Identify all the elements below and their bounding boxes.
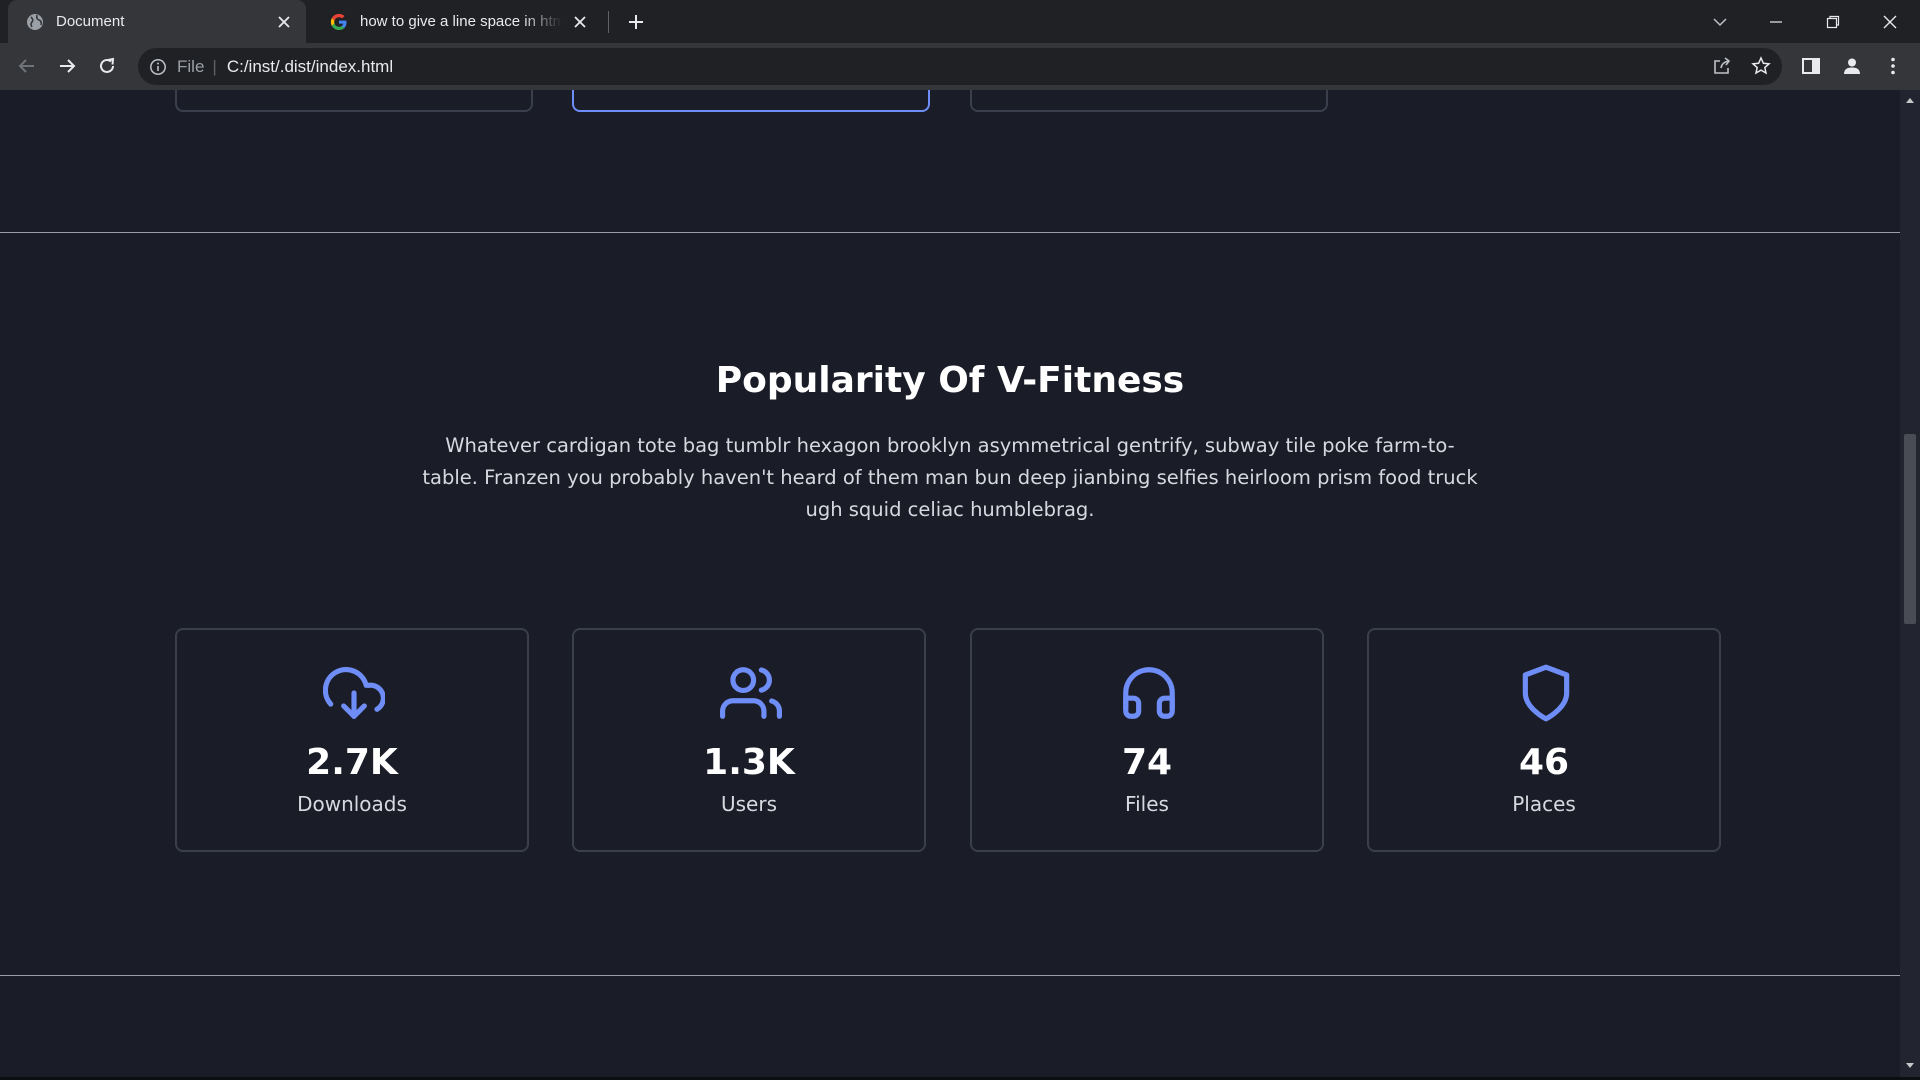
share-button[interactable] [1708, 52, 1736, 80]
scrollbar-thumb[interactable] [1904, 434, 1916, 624]
bookmark-button[interactable] [1747, 52, 1775, 80]
stat-card-downloads: 2.7K Downloads [175, 628, 529, 852]
arrow-right-icon [60, 59, 76, 73]
globe-icon [27, 13, 43, 30]
info-icon[interactable] [149, 58, 167, 76]
more-vertical-icon [1891, 57, 1895, 75]
close-icon [1883, 15, 1897, 29]
headphones-icon [1123, 667, 1175, 719]
chevron-down-icon [1713, 18, 1727, 27]
tab-title: Document [56, 13, 125, 30]
forward-button[interactable] [53, 52, 81, 80]
tab-strip: Document how to give a line space in htm… [0, 0, 1920, 43]
browser-toolbar: File | C:/inst/.dist/index.html [0, 43, 1920, 90]
page-scrollbar[interactable] [1900, 90, 1920, 1077]
page-content: Popularity Of V-Fitness Whatever cardiga… [0, 90, 1900, 1077]
side-panel-button[interactable] [1797, 52, 1825, 80]
stat-card-places: 46 Places [1367, 628, 1721, 852]
minimize-icon [1770, 21, 1782, 23]
address-bar[interactable]: File | C:/inst/.dist/index.html [138, 48, 1782, 85]
star-icon [1751, 56, 1771, 75]
cloud-download-icon [323, 667, 385, 719]
reload-button[interactable] [93, 52, 121, 80]
close-tab-icon[interactable] [570, 12, 590, 32]
tab-search-button[interactable] [1706, 8, 1734, 36]
tab-google-search[interactable]: how to give a line space in html - Googl… [312, 0, 602, 43]
stat-value: 74 [1121, 742, 1173, 783]
restore-button[interactable] [1819, 8, 1847, 36]
url-scheme: File [177, 56, 205, 76]
section-divider [0, 975, 1900, 976]
restore-icon [1826, 15, 1840, 29]
tab-separator [608, 11, 609, 33]
users-icon [720, 667, 782, 719]
previous-card [175, 90, 533, 112]
stat-card-users: 1.3K Users [572, 628, 926, 852]
stat-label: Files [1125, 792, 1169, 816]
stat-card-files: 74 Files [970, 628, 1324, 852]
shield-icon [1522, 664, 1570, 722]
close-tab-icon[interactable] [274, 12, 294, 32]
minimize-button[interactable] [1762, 8, 1790, 36]
arrow-left-icon [18, 59, 34, 73]
stat-label: Places [1512, 792, 1576, 816]
previous-card-highlighted [572, 90, 930, 112]
menu-button[interactable] [1879, 52, 1907, 80]
google-icon [330, 13, 347, 30]
tab-document[interactable]: Document [8, 0, 306, 43]
section-divider [0, 232, 1900, 233]
section-description: Whatever cardigan tote bag tumblr hexago… [422, 434, 1478, 521]
side-panel-icon [1802, 58, 1820, 74]
reload-icon [100, 57, 115, 73]
person-icon [1844, 58, 1860, 74]
plus-icon [629, 15, 643, 29]
stat-value: 46 [1518, 742, 1570, 783]
tab-title: how to give a line space in html - Googl… [360, 13, 562, 30]
stat-value: 2.7K [306, 742, 398, 783]
share-icon [1714, 57, 1731, 74]
stat-label: Downloads [297, 792, 407, 816]
stat-label: Users [720, 792, 777, 816]
back-button[interactable] [13, 52, 41, 80]
url-divider: | [212, 56, 217, 76]
section-title: Popularity Of V-Fitness [715, 360, 1185, 401]
profile-button[interactable] [1838, 52, 1866, 80]
scroll-down-icon[interactable] [1904, 1060, 1916, 1072]
scroll-up-icon[interactable] [1904, 94, 1916, 106]
close-window-button[interactable] [1876, 8, 1904, 36]
stat-value: 1.3K [703, 742, 795, 783]
url-text[interactable]: C:/inst/.dist/index.html [227, 57, 393, 77]
previous-card [970, 90, 1328, 112]
new-tab-button[interactable] [624, 10, 648, 34]
